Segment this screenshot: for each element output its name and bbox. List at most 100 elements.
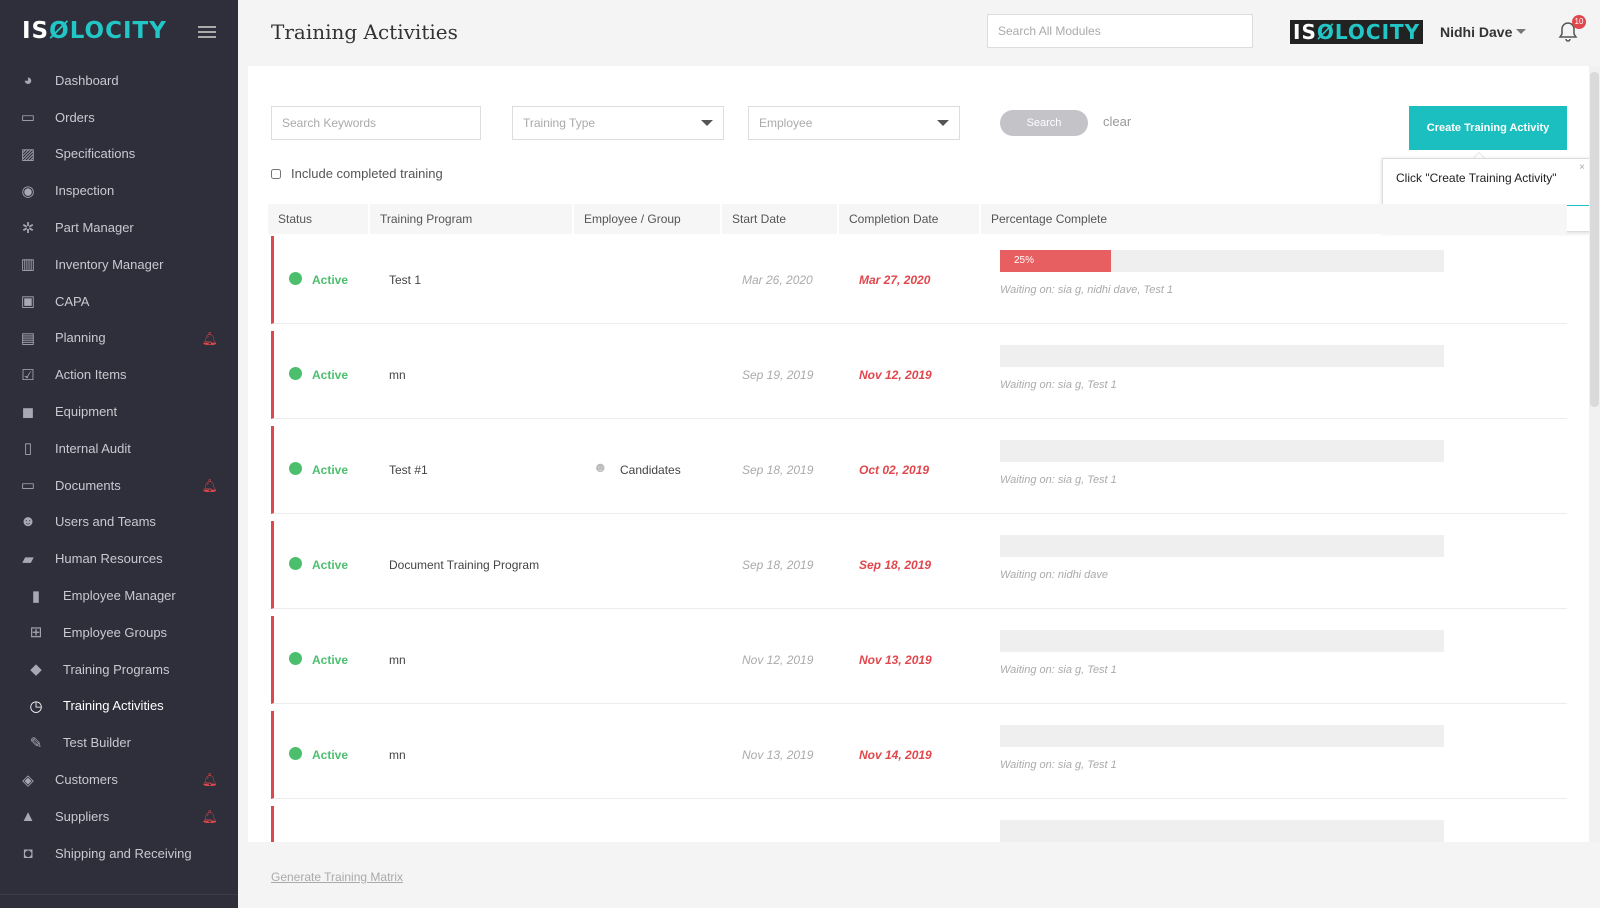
status-label: Active [312,558,349,572]
folder-icon: ▭ [20,477,36,495]
include-completed-checkbox[interactable] [271,168,281,179]
create-training-activity-button[interactable]: Create Training Activity [1409,106,1567,150]
completion-date: Mar 27, 2020 [859,273,931,287]
sidebar-item-shipping-and-receiving[interactable]: ◘ Shipping and Receiving [0,835,238,872]
sidebar-item-label: Planning [55,330,106,346]
graduation-cap-icon: ◆ [30,661,42,679]
sidebar-item-inspection[interactable]: ◉ Inspection [0,172,238,209]
brand-o: Ø [1316,20,1335,44]
start-date: Mar 26, 2020 [742,273,813,287]
truck-icon: ◼ [21,403,35,421]
sidebar-item-label: Inventory Manager [55,256,164,272]
column-header-status: Status [268,204,368,234]
status-dot-icon [289,462,302,475]
table-row[interactable]: Active Document Training Program Sep 18, 2… [271,521,1567,609]
sidebar-logo[interactable]: ISØLOCITY [22,18,167,44]
sidebar-item-label: Suppliers [55,808,110,824]
inbox-icon: ▭ [20,109,36,127]
completion-date: Nov 14, 2019 [859,748,932,762]
progress-bar [1000,820,1444,842]
progress-bar [1000,440,1444,462]
sidebar-item-label: Dashboard [55,72,119,88]
bell-icon: 🔔︎ [201,772,218,788]
close-icon[interactable]: × [1579,162,1585,173]
scrollbar-thumb[interactable] [1590,72,1599,407]
chevron-down-icon[interactable] [1516,29,1526,34]
sidebar-item-employee-manager[interactable]: ▮ Employee Manager [0,577,238,614]
sidebar-item-human-resources[interactable]: ▰ Human Resources [0,540,238,577]
sidebar-item-action-items[interactable]: ☑ Action Items [0,356,238,393]
tray-icon: ◘ [23,844,33,862]
sidebar-item-planning[interactable]: ▤ Planning 🔔︎ [0,320,238,357]
include-completed-label: Include completed training [291,166,443,181]
table-row[interactable]: Active mn Sep 19, 2019 Nov 12, 2019 Waiting … [271,331,1567,419]
waiting-on-text: Waiting on: sia g, Test 1 [1000,664,1117,676]
status-dot-icon [289,272,302,285]
menu-toggle-icon[interactable] [198,26,216,38]
sidebar-item-training-programs[interactable]: ◆ Training Programs [0,651,238,688]
notification-badge: 10 [1572,15,1586,29]
sidebar-item-equipment[interactable]: ◼ Equipment [0,393,238,430]
sidebar-nav: ◕ Dashboard ▭ Orders ▨ Specifications ◉ Insp… [0,62,238,872]
waiting-on-text: Waiting on: sia g, nidhi dave, Test 1 [1000,284,1174,296]
status-dot-icon [289,652,302,665]
sidebar-item-specifications[interactable]: ▨ Specifications [0,136,238,173]
sidebar-item-part-manager[interactable]: ✲ Part Manager [0,209,238,246]
sidebar-item-label: Action Items [55,367,127,383]
user-menu[interactable]: Nidhi Dave [1440,24,1512,40]
sidebar-item-customers[interactable]: ◈ Customers 🔔︎ [0,761,238,798]
sidebar-item-label: Equipment [55,404,118,420]
table-row[interactable]: Active mn Nov 12, 2019 Nov 13, 2019 Waiting … [271,616,1567,704]
sidebar-item-inventory-manager[interactable]: ▥ Inventory Manager [0,246,238,283]
sidebar-item-test-builder[interactable]: ✎ Test Builder [0,724,238,761]
global-search-input[interactable] [987,14,1253,48]
brand-part1: IS [1293,20,1317,44]
start-date: Sep 19, 2019 [742,368,814,382]
sidebar-item-dashboard[interactable]: ◕ Dashboard [0,62,238,99]
sidebar-item-label: Users and Teams [55,514,156,530]
page-title: Training Activities [271,20,458,44]
eye-icon: ◉ [21,182,35,200]
clear-link[interactable]: clear [1103,114,1131,129]
bell-icon: 🔔︎ [201,330,218,346]
keyword-search-input[interactable] [271,106,481,140]
sidebar-item-suppliers[interactable]: ▲ Suppliers 🔔︎ [0,798,238,835]
status-dot-icon [289,747,302,760]
briefcase-icon: ▣ [20,293,36,311]
employee-select[interactable]: Employee [748,106,960,140]
sidebar-item-documents[interactable]: ▭ Documents 🔔︎ [0,467,238,504]
program-name: Test #1 [389,463,428,477]
status-label: Active [312,463,349,477]
table-row[interactable]: Active Test 1 Mar 26, 2020 Mar 27, 2020 25% W… [271,236,1567,324]
search-button[interactable]: Search [1000,110,1088,136]
include-completed-toggle[interactable]: Include completed training [271,166,443,181]
sidebar-item-users-and-teams[interactable]: ☻ Users and Teams [0,504,238,541]
progress-bar [1000,535,1444,557]
id-card-icon: ▮ [31,587,41,605]
column-header-program: Training Program [370,204,572,234]
column-header-group: Employee / Group [574,204,720,234]
table-row[interactable]: Active Test #1 ☻ Candidates Sep 18, 2019 Oct … [271,426,1567,514]
table-row[interactable] [271,806,1567,842]
sidebar-item-label: Orders [55,109,95,125]
column-header-completion: Completion Date [839,204,979,234]
table-row[interactable]: Active mn Nov 13, 2019 Nov 14, 2019 Waiting … [271,711,1567,799]
generate-training-matrix-link[interactable]: Generate Training Matrix [271,870,403,884]
sidebar-item-label: Employee Groups [63,624,168,640]
start-date: Sep 18, 2019 [742,463,814,477]
waiting-on-text: Waiting on: nidhi dave [1000,569,1109,581]
completion-date: Sep 18, 2019 [859,558,932,572]
sidebar-item-label: Training Activities [63,698,164,714]
program-name: Document Training Program [389,558,540,572]
sidebar-item-label: Training Programs [63,661,170,677]
logo-part1: IS [22,18,50,44]
sidebar-item-capa[interactable]: ▣ CAPA [0,283,238,320]
training-type-select[interactable]: Training Type [512,106,724,140]
sidebar-item-employee-groups[interactable]: ⊞ Employee Groups [0,614,238,651]
sidebar-item-training-activities[interactable]: ◷ Training Activities [0,688,238,725]
progress-fill: 25% [1000,250,1111,272]
sidebar-item-label: Customers [55,772,118,788]
sidebar-item-label: CAPA [55,293,90,309]
sidebar-item-internal-audit[interactable]: ▯ Internal Audit [0,430,238,467]
sidebar-item-orders[interactable]: ▭ Orders [0,99,238,136]
